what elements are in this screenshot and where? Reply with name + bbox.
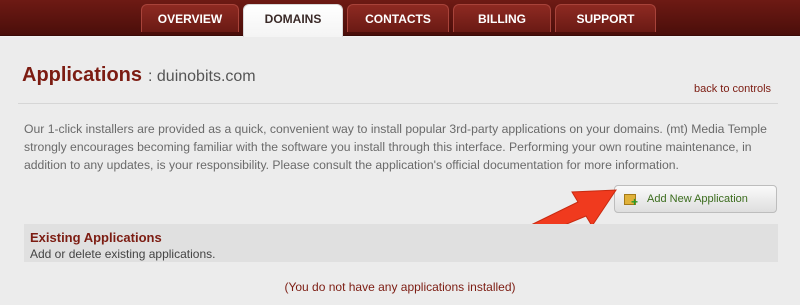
- existing-applications-subtitle: Add or delete existing applications.: [30, 247, 216, 261]
- plus-icon: +: [631, 195, 639, 209]
- tab-domains[interactable]: DOMAINS: [243, 4, 343, 37]
- top-navigation-bar: OVERVIEW DOMAINS CONTACTS BILLING SUPPOR…: [0, 0, 800, 37]
- page-title: Applications: [22, 64, 143, 86]
- no-applications-message: (You do not have any applications instal…: [284, 280, 516, 294]
- domain-name: : duinobits.com: [148, 68, 256, 85]
- add-new-application-button[interactable]: + Add New Application: [614, 185, 777, 213]
- tab-support[interactable]: SUPPORT: [555, 4, 656, 32]
- tab-contacts[interactable]: CONTACTS: [347, 4, 449, 32]
- description-text: Our 1-click installers are provided as a…: [24, 122, 767, 172]
- existing-applications-title: Existing Applications: [30, 230, 162, 245]
- header-divider: [18, 103, 778, 104]
- add-new-application-label: Add New Application: [647, 193, 748, 205]
- tab-overview[interactable]: OVERVIEW: [141, 4, 239, 32]
- existing-applications-section: Existing Applications Add or delete exis…: [24, 224, 778, 262]
- tab-billing[interactable]: BILLING: [453, 4, 551, 32]
- back-to-controls-link[interactable]: back to controls: [694, 83, 771, 95]
